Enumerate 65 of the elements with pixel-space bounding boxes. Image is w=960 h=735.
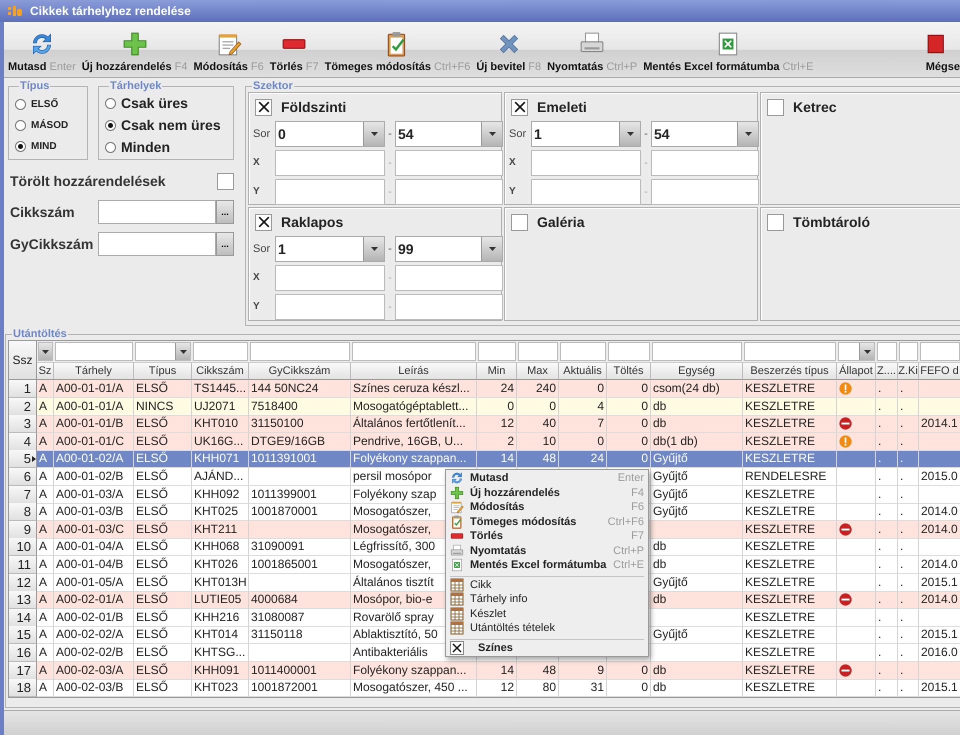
table-cell: db bbox=[651, 679, 743, 698]
field-label: Sor bbox=[253, 128, 272, 140]
sector-label: Tömbtároló bbox=[793, 214, 870, 230]
table-cell: ELSŐ bbox=[134, 679, 192, 698]
field-label: Y bbox=[253, 186, 261, 197]
range-dash: - bbox=[387, 300, 393, 312]
table-cell: Mosogatószer, 450 ... bbox=[351, 679, 477, 698]
row-header: 14 bbox=[9, 608, 37, 627]
sector-label: Raklapos bbox=[281, 214, 344, 230]
table-cell: 1001872001 bbox=[249, 679, 351, 698]
range-dash: - bbox=[643, 186, 649, 198]
table-cell: 12 bbox=[477, 679, 517, 698]
row-header: 15 bbox=[9, 626, 37, 644]
row-header: 17 bbox=[9, 662, 37, 680]
range-dash: - bbox=[643, 128, 649, 140]
table-cell: 0 bbox=[607, 679, 651, 698]
range-dash: - bbox=[387, 242, 393, 254]
field-label: GyCikkszám bbox=[10, 236, 94, 252]
field-label: Cikkszám bbox=[10, 204, 76, 220]
field-label: X bbox=[253, 157, 261, 168]
row-header: 2 bbox=[9, 398, 37, 416]
sector-label: Emeleti bbox=[537, 99, 587, 115]
field-label: Sor bbox=[509, 128, 528, 140]
row-header: 8 bbox=[9, 503, 37, 522]
row-header: 13 bbox=[9, 591, 37, 610]
group-title: Típus bbox=[19, 80, 50, 92]
row-header: 5 bbox=[9, 450, 37, 468]
range-dash: - bbox=[387, 156, 393, 168]
row-header: 10 bbox=[9, 538, 37, 556]
sector-label: Földszinti bbox=[281, 99, 346, 115]
window-title: Cikkek tárhelyhez rendelése bbox=[30, 4, 191, 18]
field-label: Y bbox=[509, 186, 517, 197]
checkbox-label: Törölt hozzárendelések bbox=[10, 173, 166, 189]
table-cell: 2015.1 bbox=[919, 679, 960, 698]
table-cell: . bbox=[876, 679, 898, 698]
sector-label: Ketrec bbox=[793, 99, 837, 115]
row-header: 9 bbox=[9, 520, 37, 539]
table-cell: A00-02-03/B bbox=[54, 679, 134, 698]
row-header: 7 bbox=[9, 486, 37, 504]
row-header: 11 bbox=[9, 556, 37, 574]
row-header: 12 bbox=[9, 574, 37, 592]
table-cell: 31 bbox=[559, 679, 607, 698]
range-dash: - bbox=[643, 156, 649, 168]
field-label: X bbox=[253, 272, 261, 283]
group-title: Tárhelyek bbox=[109, 80, 162, 92]
sector-label: Galéria bbox=[537, 214, 584, 230]
row-header: 6 bbox=[9, 468, 37, 486]
row-header: 4 bbox=[9, 432, 37, 451]
table-cell: KESZLETRE bbox=[743, 679, 837, 698]
row-header: 18 bbox=[9, 679, 37, 698]
row-header: 16 bbox=[9, 644, 37, 662]
field-label: X bbox=[509, 157, 517, 168]
row-header: 1 bbox=[9, 380, 37, 398]
range-dash: - bbox=[387, 272, 393, 284]
table-cell: A bbox=[37, 679, 54, 698]
table-cell: . bbox=[898, 679, 919, 698]
group-title: Utántöltés bbox=[12, 328, 68, 340]
field-label: Y bbox=[253, 301, 261, 312]
row-header: 3 bbox=[9, 415, 37, 434]
field-label: Sor bbox=[253, 242, 272, 254]
table-cell: KHT023 bbox=[192, 679, 249, 698]
range-dash: - bbox=[387, 186, 393, 198]
group-title: Szektor bbox=[252, 81, 294, 92]
table-cell: 80 bbox=[517, 679, 559, 698]
range-dash: - bbox=[387, 128, 393, 140]
